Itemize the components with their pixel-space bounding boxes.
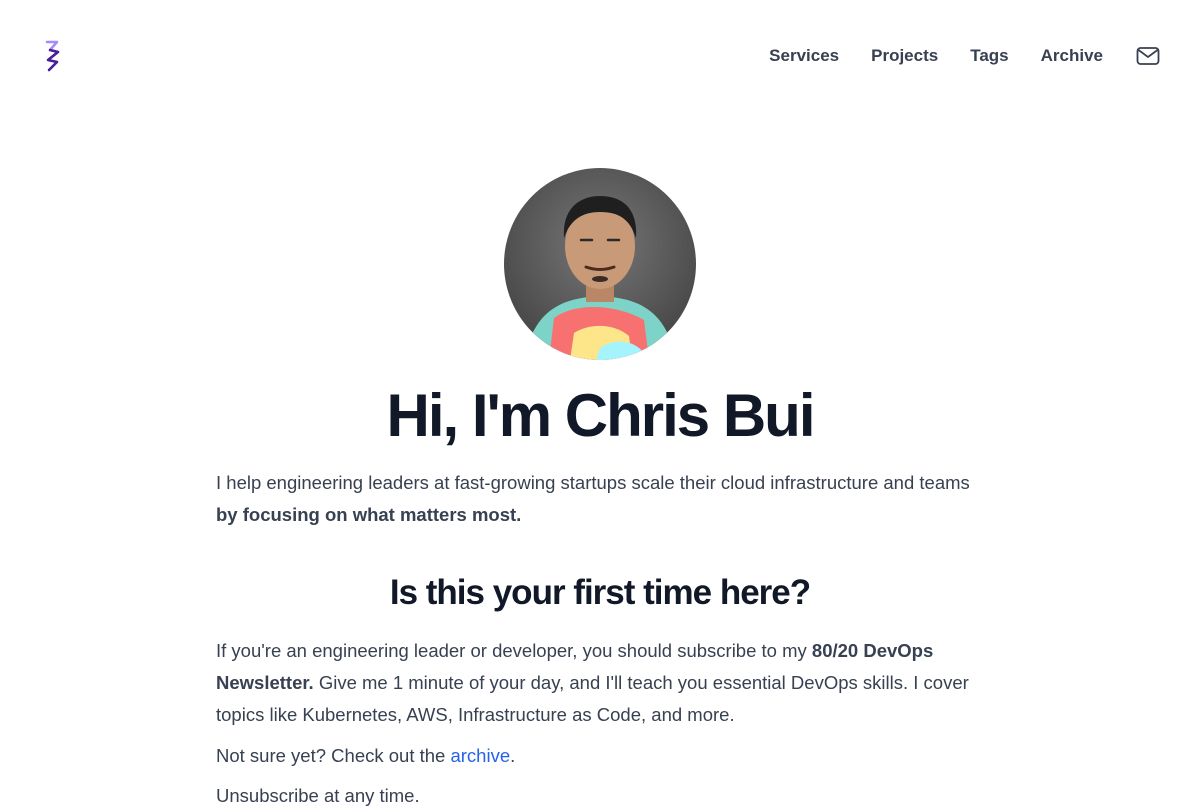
archive-link[interactable]: archive xyxy=(450,745,510,766)
cb-logo-icon[interactable] xyxy=(38,38,66,74)
archive-text-start: Not sure yet? Check out the xyxy=(216,745,451,766)
newsletter-text-start: If you're an engineering leader or devel… xyxy=(216,640,812,661)
first-time-heading: Is this your first time here? xyxy=(389,573,811,612)
nav-services[interactable]: Services xyxy=(769,46,839,66)
tagline-text: I help engineering leaders at fast-growi… xyxy=(216,472,970,493)
unsubscribe-note: Unsubscribe at any time. xyxy=(216,785,420,806)
avatar xyxy=(504,168,696,360)
newsletter-paragraph: If you're an engineering leader or devel… xyxy=(216,635,986,731)
newsletter-text-end: Give me 1 minute of your day, and I'll t… xyxy=(216,672,969,725)
site-header: Services Projects Tags Archive xyxy=(0,0,1200,112)
tagline-emphasis: by focusing on what matters most. xyxy=(216,504,522,525)
tagline: I help engineering leaders at fast-growi… xyxy=(216,467,986,531)
mail-icon[interactable] xyxy=(1136,46,1160,66)
main-nav: Services Projects Tags Archive xyxy=(769,40,1160,72)
profile-photo xyxy=(504,168,696,360)
archive-paragraph: Not sure yet? Check out the archive. xyxy=(216,740,986,772)
nav-tags[interactable]: Tags xyxy=(970,46,1008,66)
hero-title: Hi, I'm Chris Bui xyxy=(386,382,816,449)
nav-projects[interactable]: Projects xyxy=(871,46,938,66)
archive-text-end: . xyxy=(510,745,516,766)
nav-archive[interactable]: Archive xyxy=(1041,46,1103,66)
